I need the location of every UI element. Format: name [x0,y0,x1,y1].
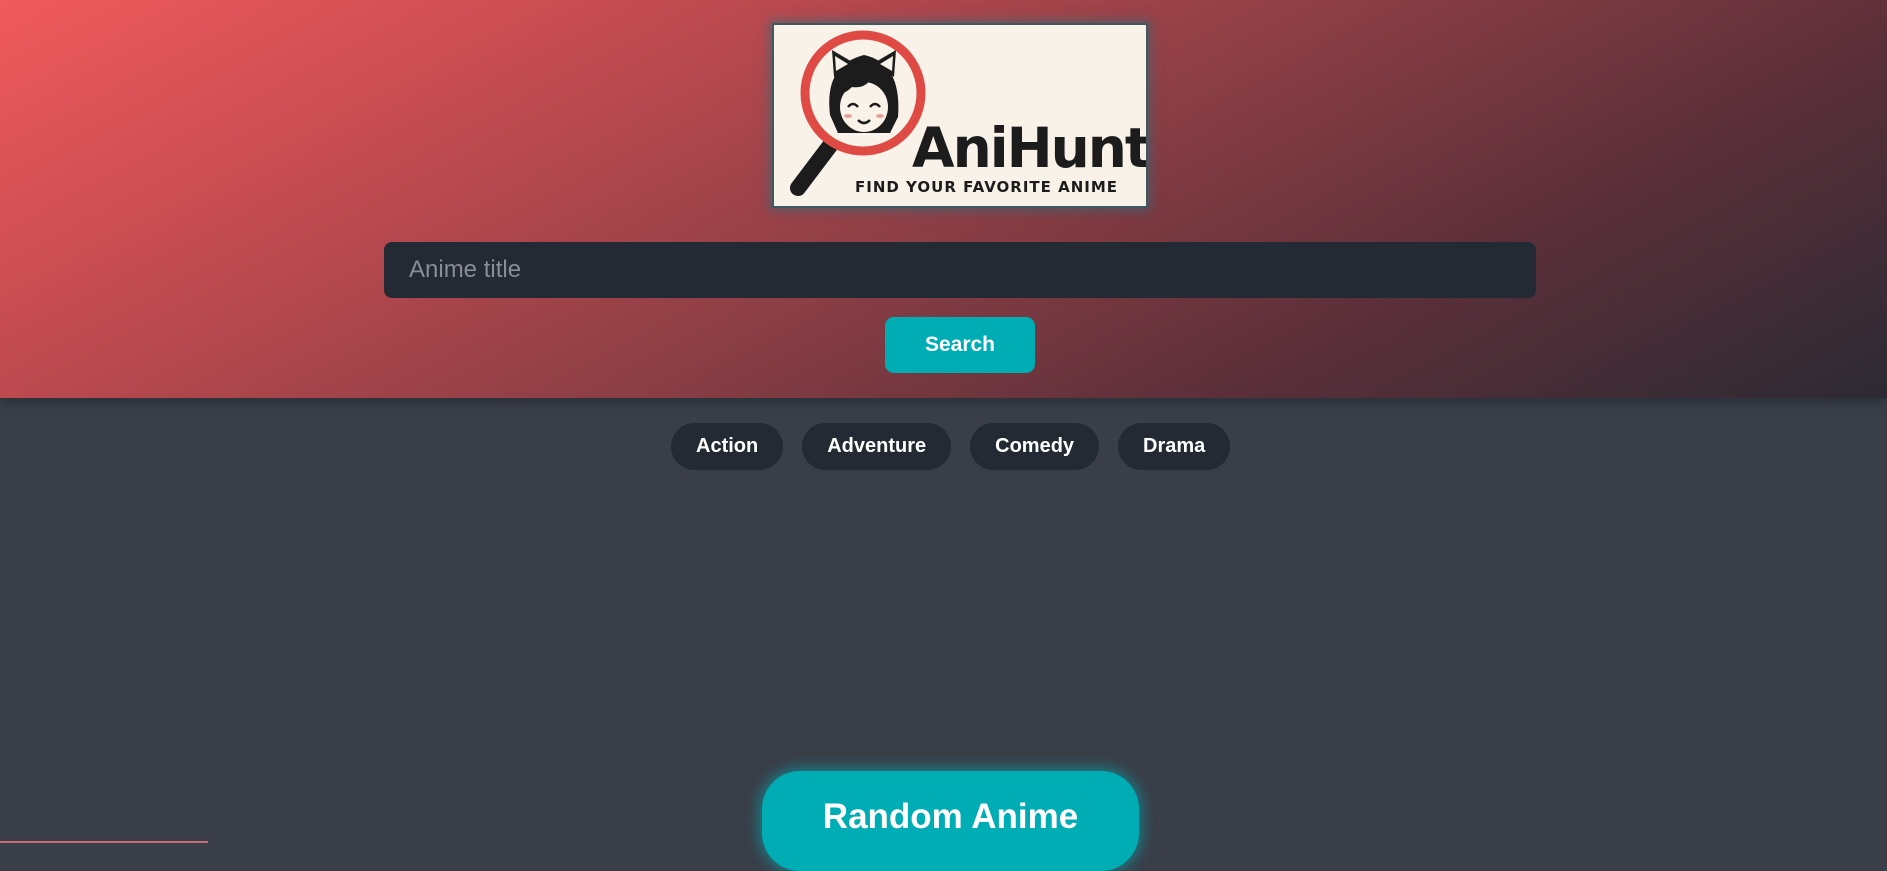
random-anime-button[interactable]: Random Anime [762,771,1139,871]
logo-title: AniHunt [912,116,1148,180]
genre-chip-drama[interactable]: Drama [1118,423,1231,470]
genre-chip-adventure[interactable]: Adventure [802,423,952,470]
genre-chip-comedy[interactable]: Comedy [970,423,1100,470]
search-input[interactable] [384,242,1536,298]
genre-list: Action Adventure Comedy Drama [671,423,1231,470]
search-button[interactable]: Search [885,317,1035,373]
hero-header: AniHunt FIND YOUR FAVORITE ANIME Search [0,0,1887,398]
logo[interactable]: AniHunt FIND YOUR FAVORITE ANIME [772,23,1148,208]
genre-chip-action[interactable]: Action [671,423,784,470]
logo-tagline: FIND YOUR FAVORITE ANIME [855,178,1119,196]
